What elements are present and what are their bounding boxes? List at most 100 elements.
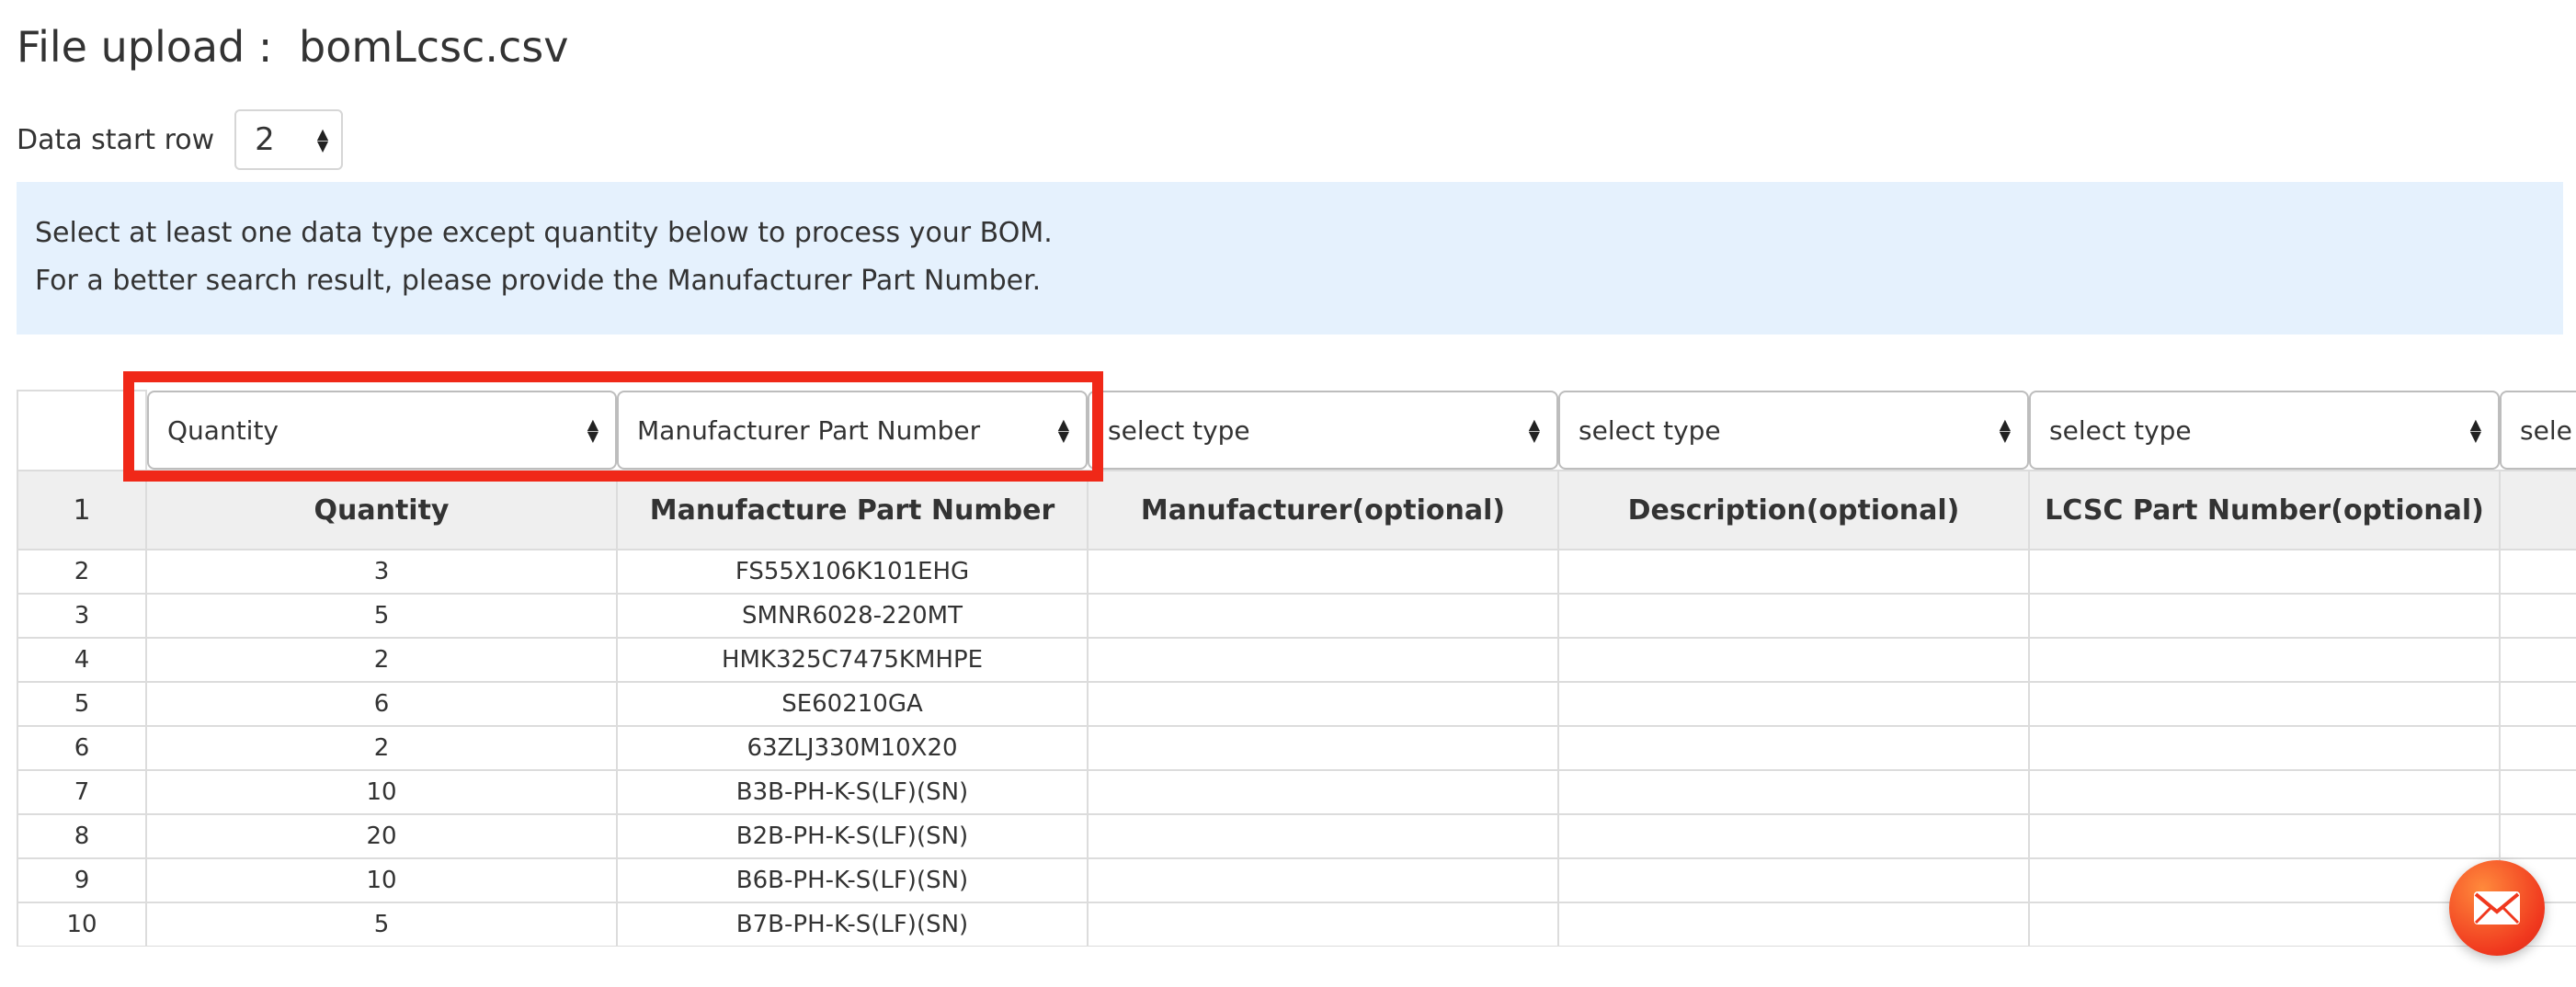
page-title: File upload : bomLcsc.csv: [17, 22, 568, 72]
manufacturer-cell: [1087, 725, 1559, 771]
extra-cell: [2499, 725, 2576, 771]
lcsc-part-cell: [2028, 813, 2501, 859]
quantity-cell: 20: [145, 813, 618, 859]
table-row: 8 20 B2B-PH-K-S(LF)(SN): [17, 813, 2576, 859]
type-select-col-5[interactable]: select type ▲ ▼: [2029, 391, 2500, 470]
sort-updown-icon: ▲ ▼: [1528, 415, 1540, 445]
quantity-cell: 3: [145, 549, 618, 595]
table-row: 4 2 HMK325C7475KMHPE: [17, 637, 2576, 683]
row-number-cell: 8: [17, 813, 147, 859]
table-row: 5 6 SE60210GA: [17, 681, 2576, 727]
mpn-cell: 63ZLJ330M10X20: [616, 725, 1089, 771]
mpn-cell: B2B-PH-K-S(LF)(SN): [616, 813, 1089, 859]
header-cell: Description(optional): [1557, 470, 2030, 550]
type-select-col-1[interactable]: Quantity ▲ ▼: [147, 391, 617, 470]
table-row: 10 5 B7B-PH-K-S(LF)(SN): [17, 902, 2576, 947]
type-select-col-2[interactable]: Manufacturer Part Number ▲ ▼: [617, 391, 1088, 470]
manufacturer-cell: [1087, 902, 1559, 947]
row-number-cell: 5: [17, 681, 147, 727]
row-number-cell: 9: [17, 857, 147, 903]
notice-line-1: Select at least one data type except qua…: [35, 217, 1053, 249]
manufacturer-cell: [1087, 593, 1559, 639]
table-body: 2 3 FS55X106K101EHG 3 5 SMNR6028-220MT 4 2 HMK32…: [17, 549, 2576, 947]
extra-cell: [2499, 549, 2576, 595]
description-cell: [1557, 593, 2030, 639]
bom-table: Quantity ▲ ▼ Manufacturer Part Number ▲ ▼ se…: [17, 390, 2576, 947]
header-cell: Manufacture Part Number: [616, 470, 1089, 550]
extra-cell: [2499, 813, 2576, 859]
description-cell: [1557, 549, 2030, 595]
lcsc-part-cell: [2028, 637, 2501, 683]
extra-cell: [2499, 769, 2576, 815]
row-number-cell: 3: [17, 593, 147, 639]
lcsc-part-cell: [2028, 593, 2501, 639]
extra-cell: [2499, 681, 2576, 727]
manufacturer-cell: [1087, 813, 1559, 859]
description-cell: [1557, 857, 2030, 903]
mpn-cell: B3B-PH-K-S(LF)(SN): [616, 769, 1089, 815]
type-select-col-4[interactable]: select type ▲ ▼: [1558, 391, 2029, 470]
extra-cell: [2499, 637, 2576, 683]
description-cell: [1557, 902, 2030, 947]
description-cell: [1557, 637, 2030, 683]
info-notice: Select at least one data type except qua…: [17, 182, 2563, 335]
quantity-cell: 6: [145, 681, 618, 727]
sort-updown-icon: ▲ ▼: [587, 415, 598, 445]
data-start-row-label: Data start row: [17, 123, 215, 156]
type-select-col-3[interactable]: select type ▲ ▼: [1088, 391, 1558, 470]
sort-updown-icon: ▲ ▼: [316, 125, 329, 154]
manufacturer-cell: [1087, 637, 1559, 683]
bom-table-container: Quantity ▲ ▼ Manufacturer Part Number ▲ ▼ se…: [17, 390, 2576, 947]
data-start-row-value: 2: [255, 121, 275, 158]
row-number-cell: 10: [17, 902, 147, 947]
mpn-cell: SE60210GA: [616, 681, 1089, 727]
header-row: 1 Quantity Manufacture Part Number Manuf…: [17, 470, 2576, 550]
lcsc-part-cell: [2028, 857, 2501, 903]
header-cell: LCSC Part Number(optional): [2028, 470, 2501, 550]
manufacturer-cell: [1087, 857, 1559, 903]
table-row: 2 3 FS55X106K101EHG: [17, 549, 2576, 595]
data-start-row: Data start row 2 ▲ ▼: [17, 108, 344, 171]
type-select-row: Quantity ▲ ▼ Manufacturer Part Number ▲ ▼ se…: [17, 390, 2576, 471]
lcsc-part-cell: [2028, 549, 2501, 595]
table-corner-cell: [17, 390, 147, 471]
table-row: 6 2 63ZLJ330M10X20: [17, 725, 2576, 771]
contact-button[interactable]: [2449, 860, 2545, 956]
table-row: 7 10 B3B-PH-K-S(LF)(SN): [17, 769, 2576, 815]
lcsc-part-cell: [2028, 681, 2501, 727]
sort-updown-icon: ▲ ▼: [2469, 415, 2481, 445]
header-cell: Manufacturer(optional): [1087, 470, 1559, 550]
mail-icon: [2474, 891, 2520, 925]
sort-updown-icon: ▲ ▼: [1057, 415, 1069, 445]
row-number-cell: 4: [17, 637, 147, 683]
mpn-cell: B6B-PH-K-S(LF)(SN): [616, 857, 1089, 903]
row-number-cell: 7: [17, 769, 147, 815]
sort-updown-icon: ▲ ▼: [1999, 415, 2011, 445]
quantity-cell: 10: [145, 857, 618, 903]
header-cell: [2499, 470, 2576, 550]
table-row: 3 5 SMNR6028-220MT: [17, 593, 2576, 639]
extra-cell: [2499, 593, 2576, 639]
quantity-cell: 2: [145, 637, 618, 683]
description-cell: [1557, 769, 2030, 815]
description-cell: [1557, 681, 2030, 727]
mpn-cell: B7B-PH-K-S(LF)(SN): [616, 902, 1089, 947]
mpn-cell: SMNR6028-220MT: [616, 593, 1089, 639]
quantity-cell: 5: [145, 902, 618, 947]
mpn-cell: FS55X106K101EHG: [616, 549, 1089, 595]
quantity-cell: 5: [145, 593, 618, 639]
data-start-row-select[interactable]: 2 ▲ ▼: [234, 109, 344, 170]
type-select-col-6[interactable]: sele: [2500, 391, 2576, 470]
manufacturer-cell: [1087, 681, 1559, 727]
description-cell: [1557, 813, 2030, 859]
lcsc-part-cell: [2028, 769, 2501, 815]
manufacturer-cell: [1087, 769, 1559, 815]
description-cell: [1557, 725, 2030, 771]
lcsc-part-cell: [2028, 725, 2501, 771]
mpn-cell: HMK325C7475KMHPE: [616, 637, 1089, 683]
quantity-cell: 10: [145, 769, 618, 815]
header-cell: Quantity: [145, 470, 618, 550]
row-number-cell: 2: [17, 549, 147, 595]
manufacturer-cell: [1087, 549, 1559, 595]
file-upload-label: File upload :: [17, 22, 273, 72]
